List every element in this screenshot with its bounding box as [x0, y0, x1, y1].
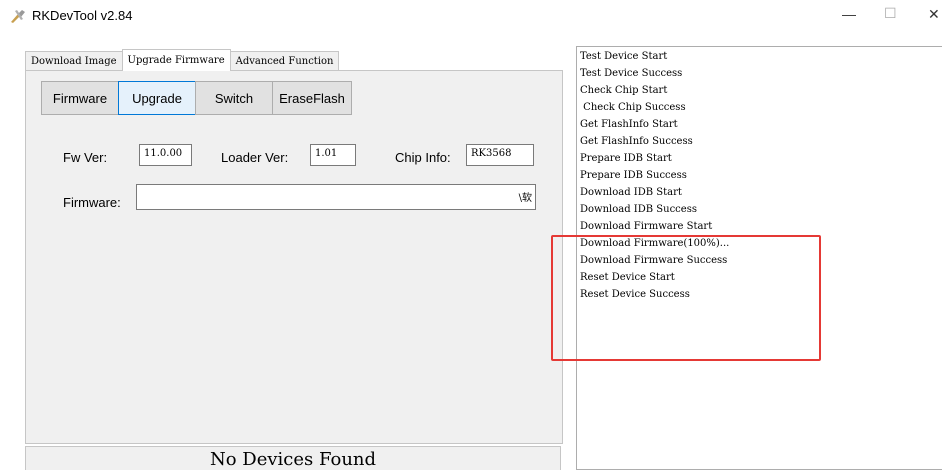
loader-ver-label: Loader Ver: — [221, 150, 289, 165]
log-line: Check Chip Start — [580, 85, 668, 96]
tab-download-image[interactable]: Download Image — [25, 51, 123, 70]
upgrade-firmware-panel: Firmware Upgrade Switch EraseFlash Fw Ve… — [25, 70, 563, 444]
chip-info-field: RK3568 — [466, 144, 534, 166]
log-line: Test Device Success — [580, 68, 683, 79]
upgrade-button[interactable]: Upgrade — [118, 81, 196, 115]
highlight-annotation-box — [551, 235, 821, 361]
firmware-button[interactable]: Firmware — [41, 81, 119, 115]
fw-ver-field: 11.0.00 — [139, 144, 192, 166]
firmware-label: Firmware: — [63, 195, 121, 210]
log-line: Download IDB Start — [580, 187, 682, 198]
rkdevtool-app-icon — [11, 10, 25, 23]
log-line: Download Firmware Start — [580, 221, 713, 232]
close-button[interactable]: ✕ — [928, 6, 940, 23]
log-line: Prepare IDB Start — [580, 153, 672, 164]
chip-info-label: Chip Info: — [395, 150, 451, 165]
log-line: Test Device Start — [580, 51, 668, 62]
firmware-path-field[interactable]: \软 — [136, 184, 536, 210]
log-line: Download IDB Success — [580, 204, 697, 215]
switch-button[interactable]: Switch — [195, 81, 273, 115]
loader-ver-field: 1.01 — [310, 144, 356, 166]
log-line: Get FlashInfo Success — [580, 136, 693, 147]
fw-ver-label: Fw Ver: — [63, 150, 108, 165]
title-bar: RKDevTool v2.84 — ☐ ✕ — [0, 0, 942, 32]
window-title: RKDevTool v2.84 — [32, 8, 133, 23]
device-status-bar: No Devices Found — [25, 446, 561, 470]
tab-upgrade-firmware[interactable]: Upgrade Firmware — [121, 49, 231, 71]
tab-advanced-function[interactable]: Advanced Function — [229, 51, 340, 70]
firmware-path-tail: \软 — [518, 193, 532, 204]
log-line: Prepare IDB Success — [580, 170, 687, 181]
tab-strip: Download Image Upgrade Firmware Advanced… — [25, 48, 340, 71]
maximize-button[interactable]: ☐ — [884, 5, 897, 22]
minimize-button[interactable]: — — [842, 6, 856, 22]
log-line: Check Chip Success — [580, 102, 686, 113]
log-line: Get FlashInfo Start — [580, 119, 678, 130]
erase-flash-button[interactable]: EraseFlash — [272, 81, 352, 115]
action-button-row: Firmware Upgrade Switch EraseFlash — [41, 81, 352, 115]
